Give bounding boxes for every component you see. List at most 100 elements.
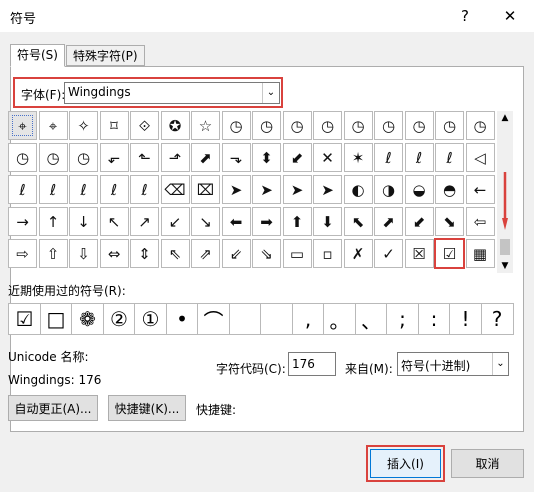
- symbol-cell[interactable]: ⬆: [282, 207, 312, 236]
- symbol-cell[interactable]: ℓ: [130, 175, 159, 204]
- symbol-cell[interactable]: ⬅: [221, 207, 251, 236]
- symbol-cell[interactable]: ⬏: [160, 143, 190, 172]
- symbol-cell[interactable]: ⇧: [38, 239, 68, 268]
- symbol-cell[interactable]: ✶: [343, 143, 373, 172]
- symbol-cell[interactable]: ▫: [313, 239, 342, 268]
- character-code-input[interactable]: 176: [288, 352, 336, 376]
- symbol-cell[interactable]: ℓ: [38, 175, 68, 204]
- tab-symbols[interactable]: 符号(S): [10, 44, 65, 67]
- recent-symbol-cell[interactable]: ②: [102, 303, 136, 335]
- symbol-cell[interactable]: ⌑: [99, 111, 129, 140]
- autocorrect-button[interactable]: 自动更正(A)...: [8, 395, 98, 421]
- symbol-cell[interactable]: ↑: [38, 207, 68, 236]
- symbol-cell[interactable]: ◒: [404, 175, 434, 204]
- scroll-up-icon[interactable]: ▲: [497, 111, 513, 125]
- symbol-cell[interactable]: ↘: [191, 207, 220, 236]
- symbol-cell[interactable]: ⌖: [38, 111, 68, 140]
- symbol-cell[interactable]: ◷: [252, 111, 281, 140]
- symbol-cell[interactable]: ✗: [343, 239, 373, 268]
- scrollbar-thumb[interactable]: [500, 239, 510, 255]
- symbol-cell[interactable]: ⌧: [191, 175, 220, 204]
- recent-symbol-cell[interactable]: 、: [354, 303, 388, 335]
- symbol-cell[interactable]: ↓: [69, 207, 98, 236]
- symbol-cell[interactable]: ◷: [404, 111, 434, 140]
- symbol-cell[interactable]: ⬋: [404, 207, 434, 236]
- recent-symbol-cell[interactable]: 。: [323, 303, 356, 335]
- recent-symbol-cell[interactable]: •: [165, 303, 199, 335]
- close-button[interactable]: ✕: [497, 4, 523, 28]
- chevron-down-icon[interactable]: ⌄: [492, 353, 508, 375]
- symbol-cell[interactable]: ⬉: [343, 207, 373, 236]
- symbol-cell[interactable]: ℓ: [69, 175, 98, 204]
- insert-button[interactable]: 插入(I): [370, 449, 441, 478]
- symbol-cell[interactable]: ⇙: [221, 239, 251, 268]
- recent-symbol-cell[interactable]: ;: [386, 303, 419, 335]
- symbol-cell[interactable]: ⇨: [8, 239, 37, 268]
- shortcut-key-button[interactable]: 快捷键(K)...: [108, 395, 186, 421]
- chevron-down-icon[interactable]: ⌄: [262, 83, 279, 103]
- symbol-cell[interactable]: ℓ: [374, 143, 403, 172]
- symbol-cell[interactable]: ⌖: [8, 111, 37, 140]
- symbol-cell[interactable]: ☆: [191, 111, 220, 140]
- recent-symbol-cell[interactable]: ⌒: [197, 303, 230, 335]
- symbol-cell[interactable]: ◷: [8, 143, 37, 172]
- font-dropdown[interactable]: Wingdings ⌄: [64, 82, 280, 104]
- symbol-cell[interactable]: ⇕: [130, 239, 159, 268]
- recent-symbol-cell[interactable]: □: [39, 303, 73, 335]
- symbol-cell[interactable]: ◷: [313, 111, 342, 140]
- symbol-cell[interactable]: ➤: [282, 175, 312, 204]
- symbol-cell[interactable]: ⇗: [191, 239, 220, 268]
- tab-special-characters[interactable]: 特殊字符(P): [66, 45, 145, 66]
- symbol-cell[interactable]: ⬍: [252, 143, 281, 172]
- symbol-cell[interactable]: ⬈: [374, 207, 403, 236]
- symbol-cell[interactable]: ☑: [434, 238, 465, 269]
- symbol-cell[interactable]: ℓ: [404, 143, 434, 172]
- symbol-cell[interactable]: ◷: [374, 111, 403, 140]
- symbol-cell[interactable]: ℓ: [99, 175, 129, 204]
- symbol-cell[interactable]: ▭: [282, 239, 312, 268]
- symbol-cell[interactable]: ➤: [252, 175, 281, 204]
- symbol-cell[interactable]: ◑: [374, 175, 403, 204]
- symbol-cell[interactable]: ⬐: [99, 143, 129, 172]
- help-button[interactable]: ?: [452, 4, 478, 28]
- recent-symbol-cell[interactable]: [228, 303, 262, 335]
- symbol-cell[interactable]: ◷: [343, 111, 373, 140]
- symbol-cell[interactable]: ⇩: [69, 239, 98, 268]
- symbol-cell[interactable]: ⬑: [130, 143, 159, 172]
- symbol-cell[interactable]: ↙: [160, 207, 190, 236]
- symbol-cell[interactable]: ✧: [69, 111, 98, 140]
- symbol-cell[interactable]: ←: [465, 175, 495, 204]
- symbol-cell[interactable]: →: [8, 207, 37, 236]
- symbol-cell[interactable]: ◓: [435, 175, 464, 204]
- symbol-cell[interactable]: ✕: [313, 143, 342, 172]
- symbol-cell[interactable]: ☒: [404, 239, 434, 268]
- recent-symbol-cell[interactable]: ☑: [8, 303, 41, 335]
- symbol-cell[interactable]: ◐: [343, 175, 373, 204]
- symbol-cell[interactable]: ⇔: [99, 239, 129, 268]
- recent-symbol-cell[interactable]: ❁: [71, 303, 104, 335]
- symbol-cell[interactable]: ⬎: [221, 143, 251, 172]
- cancel-button[interactable]: 取消: [451, 449, 524, 478]
- symbol-cell[interactable]: ◷: [69, 143, 98, 172]
- symbol-cell[interactable]: ℓ: [435, 143, 464, 172]
- symbol-cell[interactable]: ◷: [435, 111, 464, 140]
- symbol-cell[interactable]: ➤: [313, 175, 342, 204]
- symbol-cell[interactable]: ◷: [465, 111, 495, 140]
- symbol-cell[interactable]: ↖: [99, 207, 129, 236]
- symbol-cell[interactable]: ⬈: [191, 143, 220, 172]
- recent-symbol-cell[interactable]: !: [449, 303, 482, 335]
- recent-symbol-cell[interactable]: :: [417, 303, 451, 335]
- recent-symbol-cell[interactable]: ,: [291, 303, 325, 335]
- from-dropdown[interactable]: 符号(十进制) ⌄: [397, 352, 509, 376]
- symbol-cell[interactable]: ⌫: [160, 175, 190, 204]
- recent-symbol-cell[interactable]: ?: [480, 303, 514, 335]
- scroll-down-icon[interactable]: ▼: [497, 259, 513, 273]
- recent-symbol-cell[interactable]: ①: [134, 303, 167, 335]
- symbol-cell[interactable]: ➤: [221, 175, 251, 204]
- symbol-cell[interactable]: ⇦: [465, 207, 495, 236]
- symbol-cell[interactable]: ◁: [465, 143, 495, 172]
- symbol-cell[interactable]: ✓: [374, 239, 403, 268]
- symbol-cell[interactable]: ⟐: [130, 111, 159, 140]
- symbol-cell[interactable]: ◷: [221, 111, 251, 140]
- symbol-cell[interactable]: ↗: [130, 207, 159, 236]
